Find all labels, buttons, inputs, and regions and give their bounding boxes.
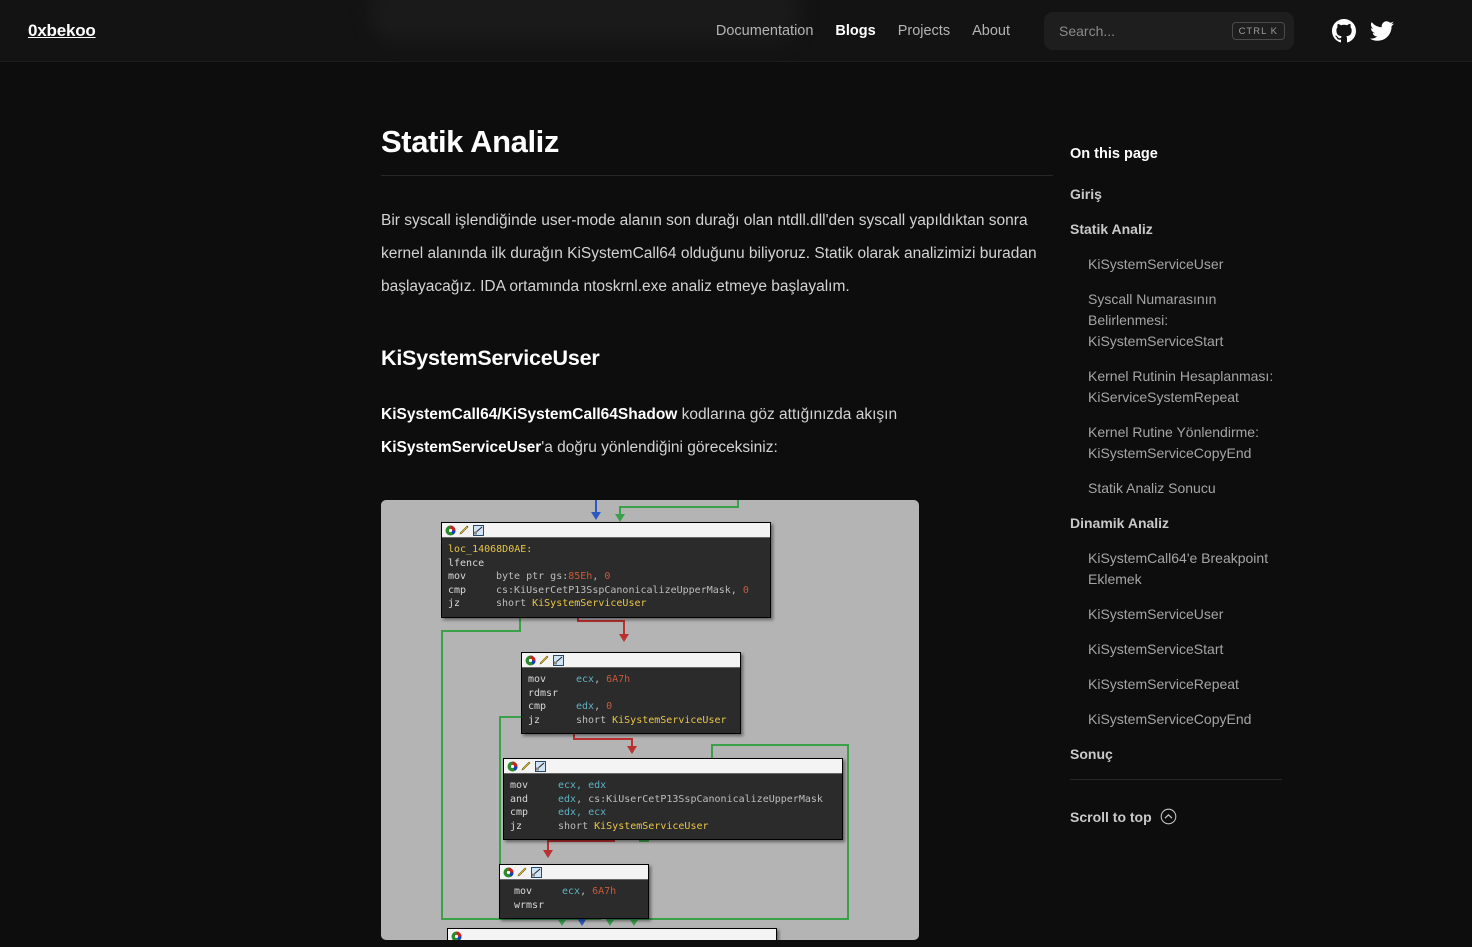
arrow-block4-out	[577, 918, 587, 926]
arrow-incoming-blue	[591, 512, 601, 520]
toc-item-syscall-numarasinin-belirlenmesi[interactable]: Syscall Numarasının Belirlenmesi: KiSyst…	[1070, 289, 1275, 352]
article-content: Statik Analiz Bir syscall işlendiğinde u…	[0, 62, 1060, 947]
ida-palette-icon	[507, 761, 518, 771]
intro-paragraph: Bir syscall işlendiğinde user-mode alanı…	[381, 212, 1037, 295]
ida-graph-icon	[553, 654, 564, 666]
edge-incoming-green-h	[619, 506, 739, 508]
arrow-fallthrough-3	[543, 850, 553, 858]
ida-pencil-icon	[539, 655, 549, 664]
ida-graph-icon	[535, 760, 546, 772]
toc-item-kisystemserviceuser-dynamic[interactable]: KiSystemServiceUser	[1070, 604, 1275, 625]
edge-bypass-left-1	[441, 630, 443, 920]
site-logo[interactable]: 0xbekoo	[28, 21, 96, 41]
nav-link-blogs[interactable]: Blogs	[835, 23, 875, 39]
ida-block-bottom-partial	[447, 928, 777, 940]
toc-item-kernel-rutine-yonlendirme[interactable]: Kernel Rutine Yönlendirme: KiSystemServi…	[1070, 422, 1275, 464]
table-of-contents: On this page Giriş Statik Analiz KiSyste…	[1060, 62, 1472, 825]
ida-pencil-icon	[521, 761, 531, 770]
ida-block-2-code: mov ecx, 6A7h rdmsr cmp edx, 0 jz short KiS…	[528, 674, 727, 726]
toc-item-breakpoint-eklemek[interactable]: KiSystemCall64'e Breakpoint Eklemek	[1070, 548, 1275, 590]
toc-item-kernel-rutinin-hesaplanmasi[interactable]: Kernel Rutinin Hesaplanması: KiServiceSy…	[1070, 366, 1275, 408]
paragraph-text-mid: kodlarına göz attığınızda akışın	[677, 406, 898, 423]
edge-fallthrough-2-h	[573, 738, 633, 740]
ida-block-3: mov ecx, edx and edx, cs:KiUserCetP13SspCa…	[503, 758, 843, 841]
ida-label-1: loc_14068D0AE:	[448, 544, 533, 555]
section-heading-kisystemserviceuser: KiSystemServiceUser	[381, 346, 600, 370]
github-icon[interactable]	[1332, 18, 1356, 43]
paragraph-text-end: 'a doğru yönlendiğini göreceksiniz:	[541, 439, 778, 456]
paragraph-flow-description: KiSystemCall64/KiSystemCall64Shadow kodl…	[381, 398, 1051, 464]
ida-palette-icon	[503, 867, 514, 877]
ida-palette-icon	[525, 655, 536, 665]
ida-graph-figure-1: loc_14068D0AE: lfence mov byte ptr gs:85E…	[381, 500, 919, 940]
search-placeholder: Search...	[1059, 22, 1116, 39]
edge-bypass-left-1-top	[441, 630, 521, 632]
twitter-icon[interactable]	[1370, 19, 1394, 43]
chevron-up-circle-icon	[1160, 808, 1176, 825]
nav-link-about[interactable]: About	[972, 23, 1010, 39]
ida-block-1-code: loc_14068D0AE: lfence mov byte ptr gs:85E…	[448, 544, 749, 610]
ida-graph-icon	[531, 866, 542, 878]
ida-palette-icon	[451, 931, 462, 940]
search-input[interactable]: Search... CTRL K	[1044, 11, 1294, 50]
ida-pencil-icon	[517, 867, 527, 876]
search-shortcut-badge: CTRL K	[1231, 21, 1285, 40]
social-links	[1332, 18, 1394, 43]
ida-palette-icon	[445, 525, 456, 535]
nav-link-documentation[interactable]: Documentation	[716, 23, 814, 39]
toc-item-kisystemserviceuser[interactable]: KiSystemServiceUser	[1070, 254, 1275, 275]
main-navigation: Documentation Blogs Projects About Searc…	[716, 11, 1394, 50]
toc-item-statik-analiz[interactable]: Statik Analiz	[1070, 219, 1275, 240]
ida-graph-icon	[473, 524, 484, 536]
arrow-converge-1	[557, 918, 567, 926]
arrow-converge-3	[605, 918, 615, 926]
toc-item-statik-analiz-sonucu[interactable]: Statik Analiz Sonucu	[1070, 478, 1275, 499]
toc-item-kisystemservicecopyend[interactable]: KiSystemServiceCopyEnd	[1070, 709, 1275, 730]
ida-block-3-code: mov ecx, edx and edx, cs:KiUserCetP13SspCa…	[510, 780, 823, 832]
scroll-to-top-label: Scroll to top	[1070, 808, 1152, 825]
ida-block-toolbar	[522, 653, 740, 668]
arrow-fallthrough-1	[619, 634, 629, 642]
edge-bypass-right-top	[711, 744, 849, 746]
inline-code-kisystemserviceuser: KiSystemServiceUser	[381, 439, 542, 456]
page-title: Statik Analiz	[381, 124, 559, 159]
toc-title: On this page	[1070, 146, 1158, 162]
ida-block-toolbar	[504, 759, 842, 774]
toc-item-giris[interactable]: Giriş	[1070, 184, 1275, 205]
ida-block-4: mov ecx, 6A7h wrmsr	[499, 864, 649, 920]
toc-item-sonuc[interactable]: Sonuç	[1070, 744, 1275, 765]
inline-code-kisystemcall64: KiSystemCall64/KiSystemCall64Shadow	[381, 406, 678, 423]
edge-fallthrough-1-h	[577, 620, 625, 622]
arrow-converge-4	[629, 918, 639, 926]
scroll-to-top-button[interactable]: Scroll to top	[1070, 808, 1177, 825]
ida-block-toolbar	[448, 929, 776, 940]
toc-divider	[1070, 779, 1282, 780]
page-layout: Statik Analiz Bir syscall işlendiğinde u…	[0, 62, 1472, 947]
toc-list: Giriş Statik Analiz KiSystemServiceUser …	[1070, 184, 1472, 765]
title-divider	[381, 175, 1053, 176]
nav-link-projects[interactable]: Projects	[898, 23, 950, 39]
site-header: 0xbekoo Documentation Blogs Projects Abo…	[0, 0, 1472, 62]
ida-block-toolbar	[442, 523, 770, 538]
edge-bypass-right	[847, 744, 849, 920]
toc-item-dinamik-analiz[interactable]: Dinamik Analiz	[1070, 513, 1275, 534]
toc-item-kisystemservicerepeat[interactable]: KiSystemServiceRepeat	[1070, 674, 1275, 695]
toc-item-kisystemservicestart[interactable]: KiSystemServiceStart	[1070, 639, 1275, 660]
edge-incoming-green-v2	[737, 500, 739, 508]
ida-block-2: mov ecx, 6A7h rdmsr cmp edx, 0 jz short KiS…	[521, 652, 741, 735]
ida-pencil-icon	[459, 525, 469, 534]
ida-block-4-code: mov ecx, 6A7h wrmsr	[514, 886, 617, 911]
arrow-fallthrough-2	[627, 746, 637, 754]
ida-block-1: loc_14068D0AE: lfence mov byte ptr gs:85E…	[441, 522, 771, 618]
ida-block-toolbar	[500, 865, 648, 880]
arrow-incoming-green	[615, 514, 625, 522]
